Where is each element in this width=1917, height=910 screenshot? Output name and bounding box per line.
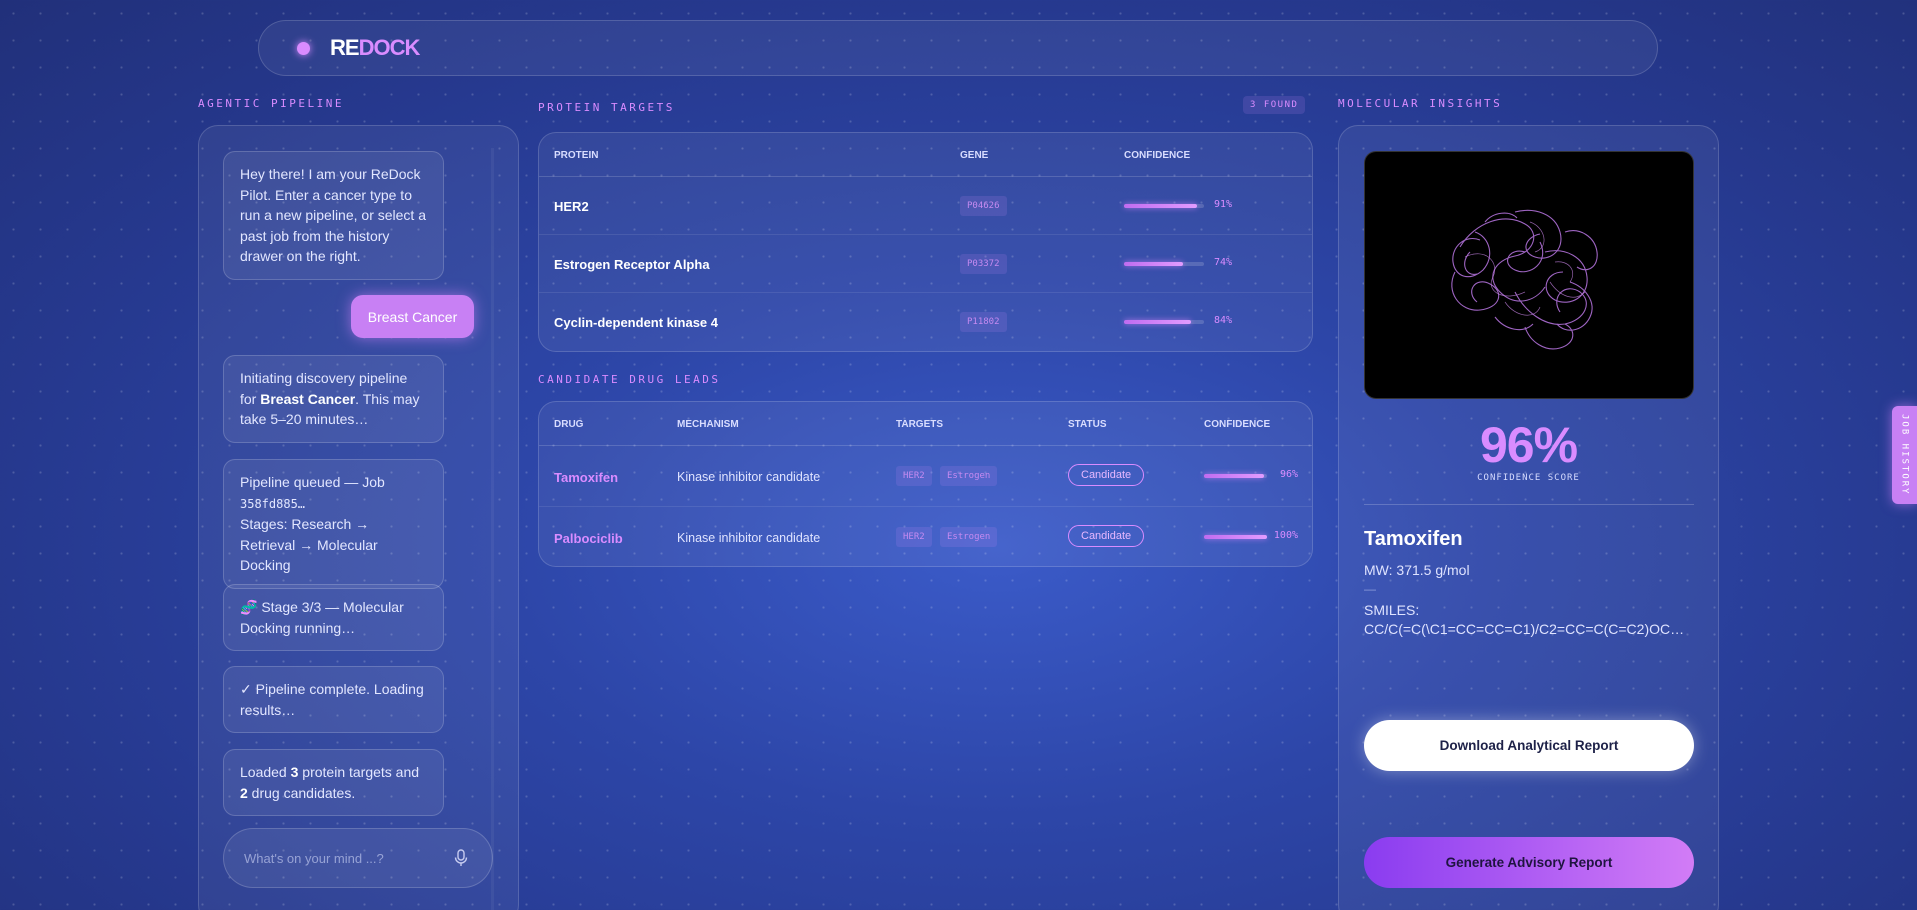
protein-3d-viewer[interactable]	[1364, 151, 1694, 399]
app-logo[interactable]: REDOCK	[330, 35, 421, 61]
confidence-value: 100%	[1273, 530, 1298, 541]
target-tag: Estrogen	[940, 527, 998, 547]
protein-table-header: PROTEIN GENE CONFIDENCE	[539, 133, 1312, 177]
assistant-message-welcome: Hey there! I am your ReDock Pilot. Enter…	[223, 151, 444, 280]
table-row[interactable]: Cyclin-dependent kinase 4 P11802 84%	[539, 293, 1312, 351]
drug-name-link[interactable]: Tamoxifen	[554, 470, 618, 485]
status-badge: Candidate	[1068, 525, 1145, 547]
col-mechanism[interactable]: MECHANISM	[677, 419, 739, 430]
top-bar: REDOCK	[258, 20, 1658, 76]
initiating-cancer-type: Breast Cancer	[260, 390, 356, 407]
confidence-score-label: CONFIDENCE SCORE	[1477, 473, 1580, 483]
target-tag: HER2	[896, 466, 932, 486]
table-row[interactable]: Tamoxifen Kinase inhibitor candidate HER2 E…	[539, 446, 1312, 507]
microphone-icon[interactable]	[450, 847, 472, 869]
job-history-drawer-tab[interactable]: JOB HISTORY	[1892, 406, 1917, 504]
protein-name: Cyclin-dependent kinase 4	[554, 315, 718, 330]
mechanism-text: Kinase inhibitor candidate	[677, 531, 821, 545]
queued-stages: Stages: Research → Retrieval → Molecular…	[240, 516, 378, 573]
protein-targets-table: PROTEIN GENE CONFIDENCE HER2 P04626 91% Est…	[538, 132, 1313, 352]
loaded-text-3: drug candidates.	[247, 784, 356, 801]
col-gene[interactable]: GENE	[960, 150, 988, 161]
confidence-score-value: 96%	[1479, 417, 1578, 473]
user-message: Breast Cancer	[351, 295, 474, 338]
drug-name-link[interactable]: Palbociclib	[554, 531, 623, 546]
assistant-message-queued: Pipeline queued — Job 358fd885… Stages: …	[223, 459, 444, 589]
confidence-bar	[1124, 204, 1204, 208]
chat-scrollbar[interactable]	[491, 148, 494, 910]
table-row[interactable]: Palbociclib Kinase inhibitor candidate HER…	[539, 507, 1312, 566]
queued-text: Pipeline queued — Job	[240, 474, 385, 490]
confidence-bar-fill	[1204, 535, 1267, 539]
divider	[1364, 504, 1694, 505]
loaded-text-1: Loaded	[240, 764, 291, 780]
logo-dot-icon	[297, 41, 310, 55]
status-badge: Candidate	[1068, 464, 1145, 486]
table-row[interactable]: Estrogen Receptor Alpha P03372 74%	[539, 235, 1312, 293]
target-tag: Estrogen	[940, 466, 998, 486]
confidence-bar	[1204, 535, 1267, 539]
drug-leads-table: DRUG MECHANISM TARGETS STATUS CONFIDENCE…	[538, 401, 1313, 567]
confidence-bar	[1124, 320, 1204, 324]
logo-suffix: DOCK	[358, 35, 421, 60]
assistant-message-stage3: 🧬 Stage 3/3 — Molecular Docking running…	[223, 584, 444, 651]
col-status[interactable]: STATUS	[1068, 419, 1107, 430]
col-targets[interactable]: TARGETS	[896, 419, 943, 430]
confidence-bar-fill	[1124, 262, 1184, 266]
pipeline-chat-panel: Hey there! I am your ReDock Pilot. Enter…	[198, 125, 519, 910]
leads-section-label: CANDIDATE DRUG LEADS	[538, 373, 721, 386]
separator-dash: —	[1364, 582, 1376, 596]
confidence-bar-fill	[1124, 320, 1192, 324]
insights-section-label: MOLECULAR INSIGHTS	[1338, 97, 1503, 110]
molecular-insights-panel: 96% CONFIDENCE SCORE Tamoxifen MW: 371.5…	[1338, 125, 1719, 910]
logo-prefix: RE	[330, 35, 360, 60]
table-row[interactable]: HER2 P04626 91%	[539, 177, 1312, 235]
job-id: 358fd885…	[240, 496, 306, 511]
loaded-candidates-count: 2	[240, 784, 248, 801]
protein-name: Estrogen Receptor Alpha	[554, 257, 710, 272]
drug-table-header: DRUG MECHANISM TARGETS STATUS CONFIDENCE	[539, 402, 1312, 446]
job-history-label: JOB HISTORY	[1899, 414, 1910, 496]
mechanism-text: Kinase inhibitor candidate	[677, 470, 821, 484]
protein-structure-image	[1451, 209, 1598, 350]
protein-name: HER2	[554, 199, 589, 214]
confidence-bar	[1204, 474, 1267, 478]
download-analytical-report-button[interactable]: Download Analytical Report	[1364, 720, 1694, 771]
targets-count-badge: 3 FOUND	[1243, 96, 1306, 114]
confidence-bar-fill	[1204, 474, 1265, 478]
col-protein[interactable]: PROTEIN	[554, 150, 598, 161]
generate-advisory-report-button[interactable]: Generate Advisory Report	[1364, 837, 1694, 888]
gene-badge: P03372	[960, 254, 1007, 274]
col-confidence[interactable]: CONFIDENCE	[1124, 150, 1190, 161]
confidence-bar-fill	[1124, 204, 1197, 208]
chat-input-bar	[223, 828, 493, 888]
confidence-bar	[1124, 262, 1204, 266]
molecular-weight: MW: 371.5 g/mol	[1364, 562, 1470, 578]
loaded-text-2: protein targets and	[298, 764, 420, 780]
target-tag: HER2	[896, 527, 932, 547]
col-drug-confidence[interactable]: CONFIDENCE	[1204, 419, 1270, 430]
confidence-value: 96%	[1279, 469, 1298, 480]
assistant-message-loaded: Loaded 3 protein targets and 2 drug cand…	[223, 749, 444, 816]
confidence-value: 84%	[1214, 315, 1233, 326]
pipeline-section-label: AGENTIC PIPELINE	[198, 97, 344, 110]
confidence-value: 74%	[1214, 257, 1233, 268]
col-drug[interactable]: DRUG	[554, 419, 583, 430]
smiles-label: SMILES:	[1364, 602, 1420, 618]
gene-badge: P04626	[960, 196, 1007, 216]
confidence-value: 91%	[1214, 199, 1233, 210]
assistant-message-complete: ✓ Pipeline complete. Loading results…	[223, 666, 444, 733]
targets-section-label: PROTEIN TARGETS	[538, 101, 675, 114]
gene-badge: P11802	[960, 312, 1007, 332]
selected-drug-name: Tamoxifen	[1364, 528, 1463, 550]
assistant-message-initiating: Initiating discovery pipeline for Breast…	[223, 355, 444, 443]
smiles-value: CC/C(=C(\C1=CC=CC=C1)/C2=CC=C(C=C2)OCCN(…	[1364, 621, 1694, 637]
chat-input[interactable]	[244, 850, 450, 866]
